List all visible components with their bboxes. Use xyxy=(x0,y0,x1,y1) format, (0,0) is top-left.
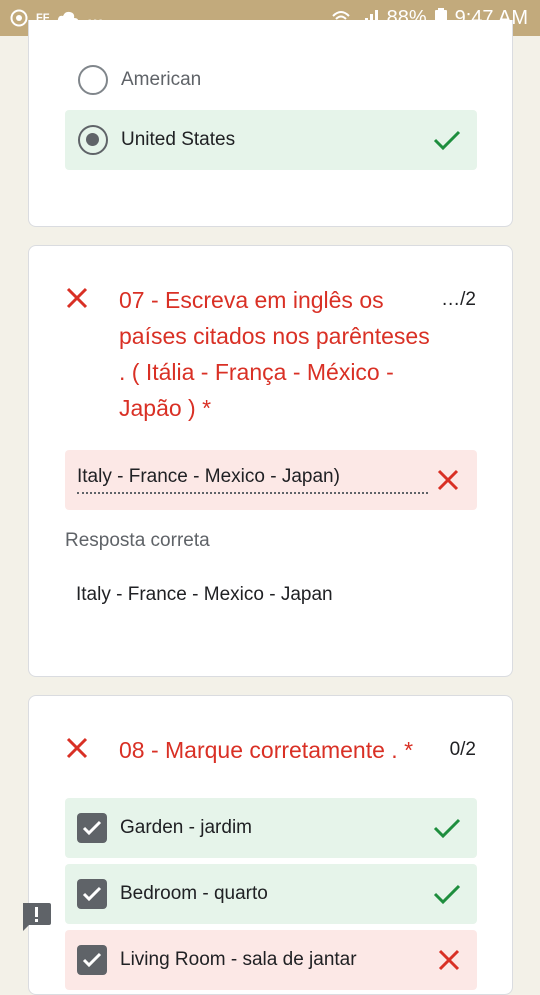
option-living-room[interactable]: Living Room - sala de jantar xyxy=(65,930,477,990)
incorrect-icon xyxy=(65,736,101,765)
checkbox-checked[interactable] xyxy=(77,879,107,909)
chrome-icon xyxy=(10,9,28,27)
option-bedroom[interactable]: Bedroom - quarto xyxy=(65,864,477,924)
feedback-icon xyxy=(23,903,51,931)
check-icon xyxy=(433,883,461,905)
answer-text: Italy - France - Mexico - Japan) xyxy=(77,466,428,494)
question-title: 08 - Marque corretamente . * xyxy=(119,737,414,763)
question-score: …/2 xyxy=(441,289,476,310)
option-label: United States xyxy=(121,129,236,150)
question-card-7: 07 - Escreva em inglês os países citados… xyxy=(28,245,513,677)
incorrect-icon xyxy=(436,468,460,492)
option-united-states[interactable]: United States xyxy=(65,110,477,170)
radio-button-unselected[interactable] xyxy=(78,65,108,95)
option-garden[interactable]: Garden - jardim xyxy=(65,798,477,858)
question-header: 07 - Escreva em inglês os países citados… xyxy=(65,282,476,426)
feedback-button[interactable] xyxy=(20,902,52,932)
checkbox-checked[interactable] xyxy=(77,945,107,975)
question-score: 0/2 xyxy=(449,739,476,760)
correct-answer-label: Resposta correta xyxy=(65,530,210,551)
check-icon xyxy=(433,129,461,151)
question-header: 08 - Marque corretamente . * 0/2 xyxy=(65,732,476,768)
checkbox-checked[interactable] xyxy=(77,813,107,843)
radio-button-selected[interactable] xyxy=(78,125,108,155)
option-label: Bedroom - quarto xyxy=(120,883,268,904)
incorrect-icon xyxy=(437,948,461,972)
option-label: Living Room - sala de jantar xyxy=(120,949,357,970)
question-card-8: 08 - Marque corretamente . * 0/2 Garden … xyxy=(28,695,513,995)
correct-answer-value: Italy - France - Mexico - Japan xyxy=(76,584,333,605)
option-label: Garden - jardim xyxy=(120,817,252,838)
check-icon xyxy=(433,817,461,839)
option-american[interactable]: American xyxy=(65,50,477,110)
option-label: American xyxy=(121,69,202,90)
question-title: 07 - Escreva em inglês os países citados… xyxy=(119,287,430,421)
answer-field[interactable]: Italy - France - Mexico - Japan) xyxy=(65,450,477,510)
incorrect-icon xyxy=(65,286,101,315)
question-card-6: American United States xyxy=(28,20,513,227)
